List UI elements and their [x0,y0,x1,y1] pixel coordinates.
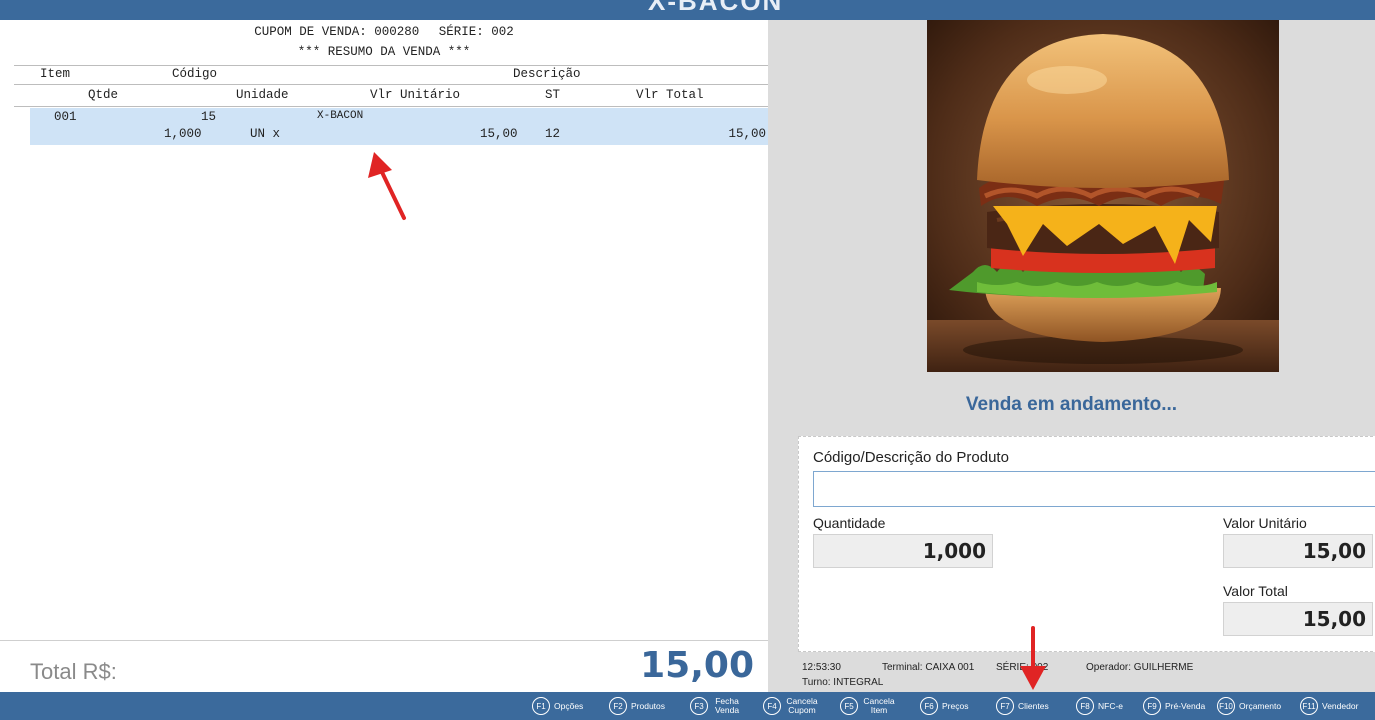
f10-key-icon: F10 [1217,697,1235,715]
row-total: 15,00 [728,127,766,141]
product-field-label: Código/Descrição do Produto [813,449,1009,466]
col-st: ST [545,88,561,102]
total-strip: Total R$: 15,00 [0,640,768,692]
f6-prices-button[interactable]: F6 Preços [920,696,968,716]
divider [14,65,768,66]
top-bar: X-BACON [0,0,1375,20]
entry-box: Código/Descrição do Produto Quantidade 1… [798,436,1375,652]
terminal-info: Terminal: CAIXA 001 [882,662,975,673]
fkey-label: Clientes [1018,700,1049,711]
f1-options-button[interactable]: F1 Opções [532,696,583,716]
receipt-summary-title: *** RESUMO DA VENDA *** [297,45,471,59]
total-label: Total R$: [30,659,117,684]
col-code: Código [172,67,218,81]
f2-key-icon: F2 [609,697,627,715]
fkey-label: Orçamento [1239,700,1282,711]
receipt-header: CUPOM DE VENDA: 000280 SÉRIE: 002 [0,25,768,39]
fkey-label: Cancela Item [863,696,895,715]
table-row[interactable]: 001 15 X-BACON 1,000 UN x 15,00 12 15,00 [30,108,768,145]
col-unit: Unidade [236,88,289,102]
receipt-panel: CUPOM DE VENDA: 000280 SÉRIE: 002 *** RE… [0,20,768,640]
window-title: X-BACON [648,0,784,16]
f3-key-icon: F3 [690,697,708,715]
f10-quote-button[interactable]: F10 Orçamento [1217,696,1281,716]
fkey-label: Produtos [631,700,666,711]
f7-key-icon: F7 [996,697,1014,715]
f1-key-icon: F1 [532,697,550,715]
operator-info: Operador: GUILHERME [1086,662,1194,673]
f5-key-icon: F5 [840,697,858,715]
fkey-label: NFC-e [1098,700,1124,711]
fkey-label: Preços [942,700,969,711]
annotation-arrow-icon [1020,626,1046,690]
fkey-label: Fecha Venda [714,696,740,715]
row-unit: UN x [250,127,281,141]
divider [14,84,768,85]
f8-nfce-button[interactable]: F8 NFC-e [1076,696,1123,716]
fkey-label: Cancela Cupom [786,696,818,715]
total-value-field: 15,00 [1223,602,1373,636]
total-value-label: Valor Total [1223,583,1288,599]
shift-info: Turno: INTEGRAL [802,677,884,688]
f2-products-button[interactable]: F2 Produtos [609,696,665,716]
fkey-label: Vendedor [1322,700,1359,711]
f9-key-icon: F9 [1143,697,1161,715]
row-description: X-BACON [317,110,364,122]
f3-close-sale-button[interactable]: F3 Fecha Venda [690,696,742,716]
clock: 12:53:30 [802,662,841,673]
unit-value-label: Valor Unitário [1223,515,1307,531]
quantity-label: Quantidade [813,515,886,531]
col-description: Descrição [513,67,581,81]
f8-key-icon: F8 [1076,697,1094,715]
divider [14,106,768,107]
function-key-bar: F1 Opções F2 Produtos F3 Fecha Venda F4 … [0,692,1375,720]
sale-status: Venda em andamento... [965,394,1178,415]
row-unit-price: 15,00 [480,127,518,141]
fkey-label: Opções [554,700,584,711]
col-total: Vlr Total [636,88,704,102]
right-panel: Venda em andamento... Código/Descrição d… [768,20,1375,692]
f6-key-icon: F6 [920,697,938,715]
coupon-series: SÉRIE: 002 [438,25,514,39]
col-qty: Qtde [88,88,119,102]
unit-value-field: 15,00 [1223,534,1373,568]
product-search-input[interactable] [813,471,1375,507]
row-st: 12 [545,127,561,141]
fkey-label: Pré-Venda [1165,700,1206,711]
f11-seller-button[interactable]: F11 Vendedor [1300,696,1358,716]
quantity-field[interactable]: 1,000 [813,534,993,568]
f7-clients-button[interactable]: F7 Clientes [996,696,1049,716]
row-qty: 1,000 [164,127,202,141]
total-value: 15,00 [640,645,754,686]
row-code: 15 [201,110,217,124]
col-unit-price: Vlr Unitário [370,88,461,102]
f4-cancel-coupon-button[interactable]: F4 Cancela Cupom [763,696,819,716]
f9-pre-sale-button[interactable]: F9 Pré-Venda [1143,696,1205,716]
coupon-number: CUPOM DE VENDA: 000280 [254,25,420,39]
col-item: Item [40,67,71,81]
f4-key-icon: F4 [763,697,781,715]
annotation-arrow-icon [368,152,406,220]
f5-cancel-item-button[interactable]: F5 Cancela Item [840,696,896,716]
f11-key-icon: F11 [1300,697,1318,715]
burger-image [927,20,1279,372]
row-item: 001 [54,110,77,124]
